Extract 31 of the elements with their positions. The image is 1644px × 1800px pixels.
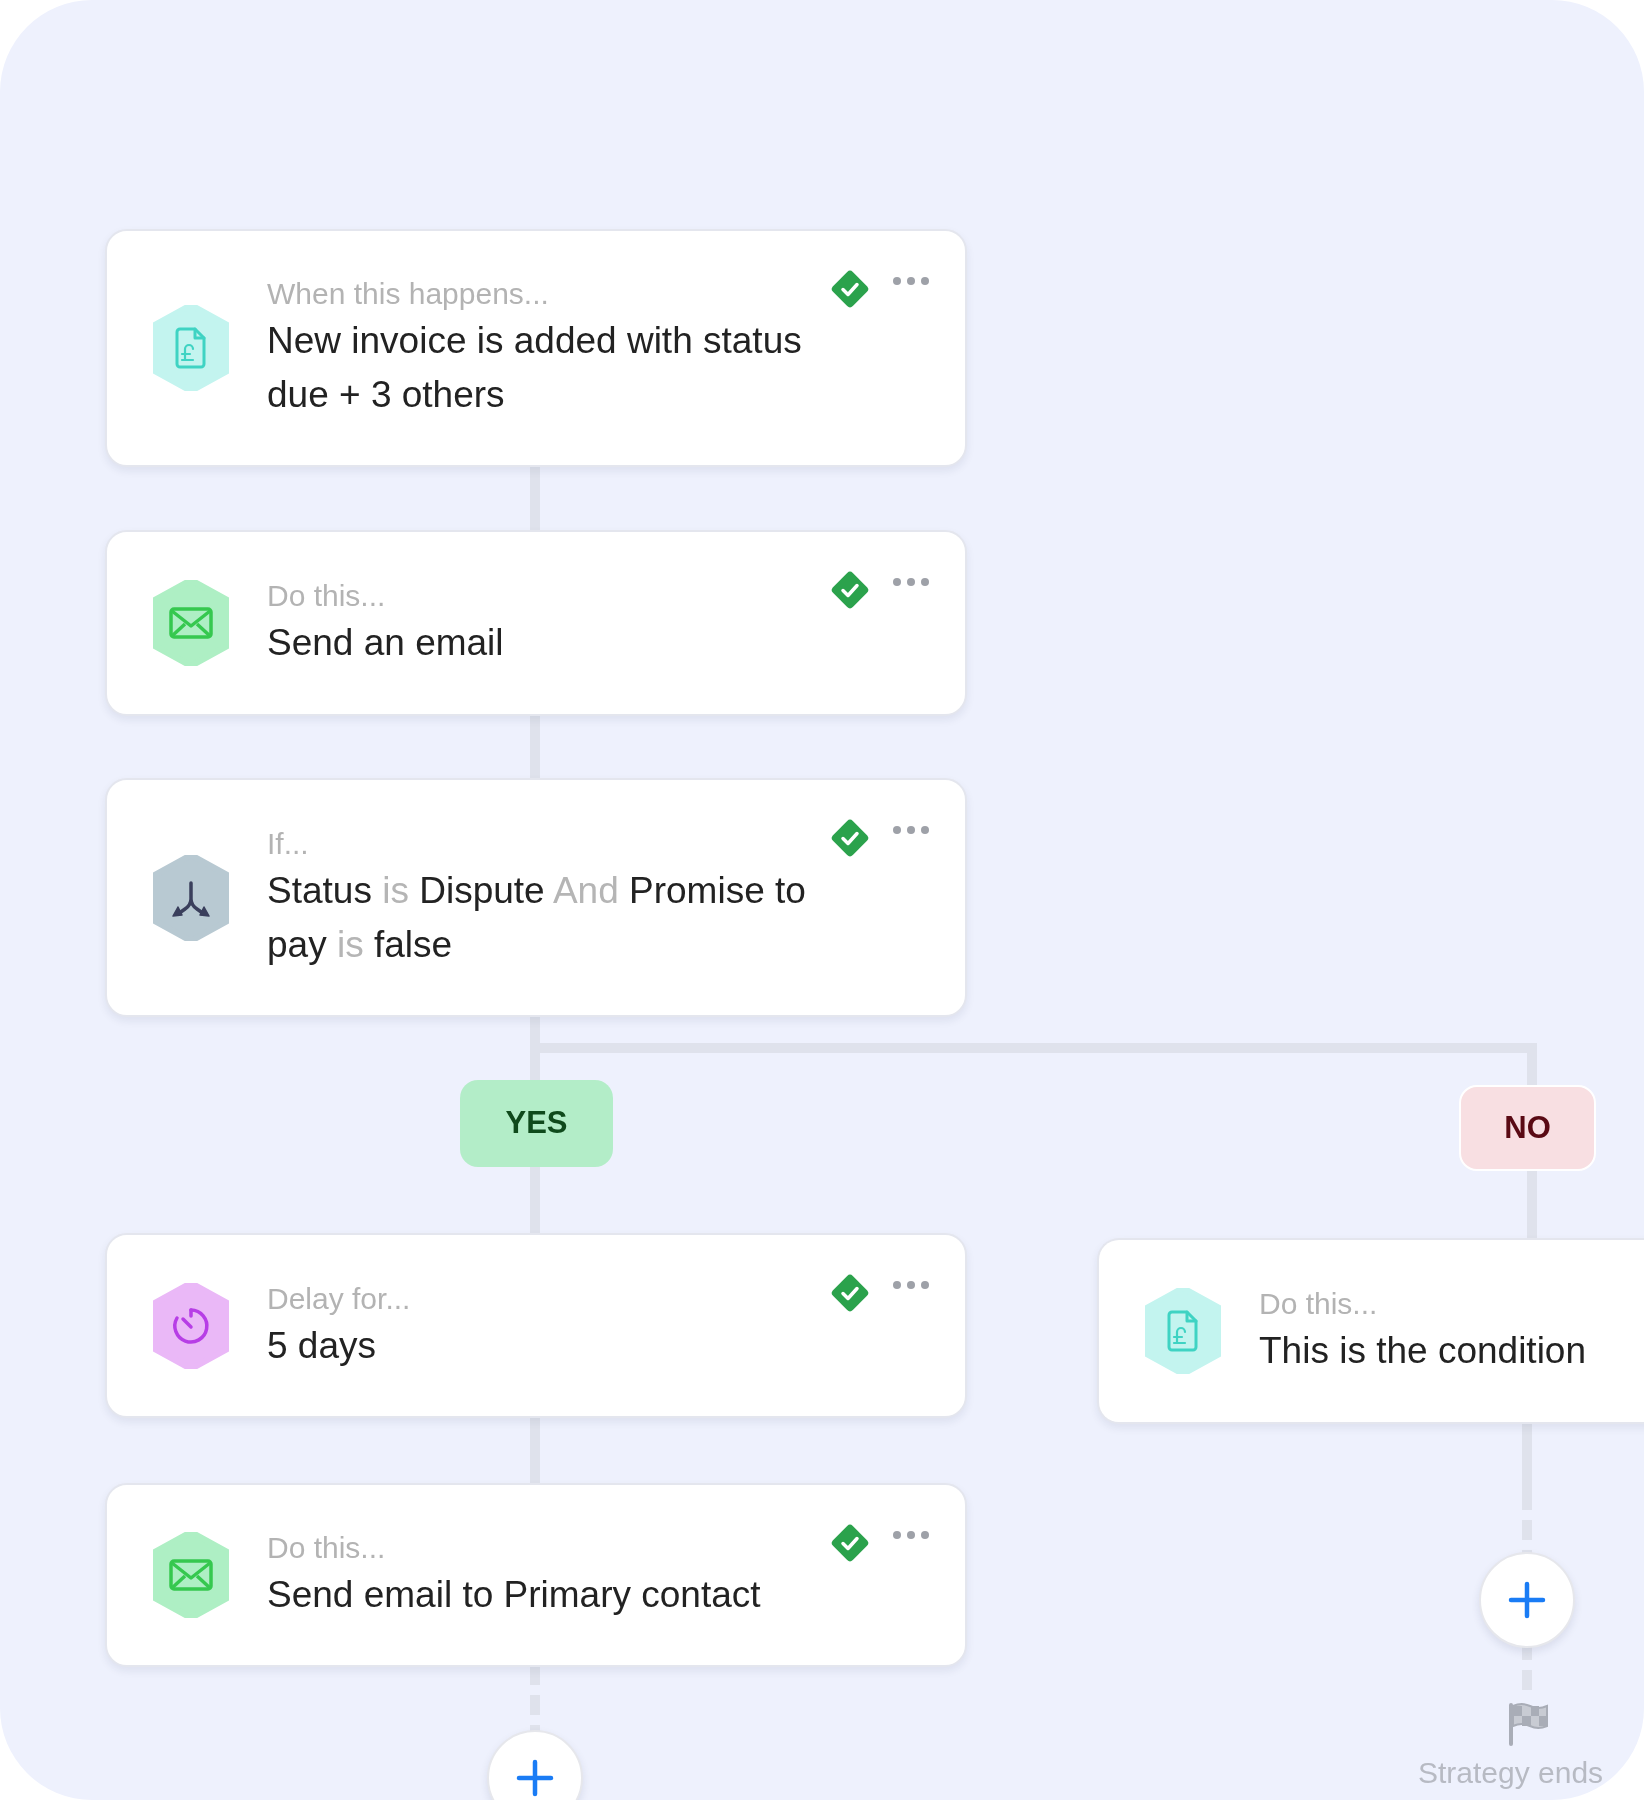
step-card[interactable]: Delay for... 5 days bbox=[105, 1233, 967, 1418]
step-card[interactable]: Do this... Send email to Primary contact bbox=[105, 1483, 967, 1667]
step-label: Do this... bbox=[1259, 1286, 1379, 1322]
plus-icon bbox=[1507, 1580, 1547, 1620]
step-label: Do this... bbox=[267, 578, 387, 614]
envelope-icon bbox=[153, 580, 229, 666]
step-card[interactable]: Do this... This is the condition bbox=[1097, 1238, 1644, 1424]
step-label: Do this... bbox=[267, 1530, 387, 1566]
strategy-end-label: Strategy ends bbox=[1418, 1756, 1604, 1790]
add-step-button[interactable] bbox=[487, 1730, 583, 1800]
invoice-icon bbox=[1145, 1288, 1221, 1374]
branch-label: NO bbox=[1459, 1085, 1596, 1171]
plus-icon bbox=[515, 1758, 555, 1798]
step-description: This is the condition bbox=[1259, 1329, 1586, 1373]
step-label: When this happens... bbox=[267, 276, 550, 312]
step-card[interactable]: If... Status is Dispute And Promise to pay is false bbox=[105, 778, 967, 1017]
step-card[interactable]: Do this... Send an email bbox=[105, 530, 967, 716]
step-description: New invoice is added with status due + 3 others bbox=[267, 319, 803, 417]
step-card[interactable]: When this happens... New invoice is added with status due + 3 others bbox=[105, 229, 967, 467]
invoice-icon bbox=[153, 305, 229, 391]
timer-icon bbox=[153, 1282, 229, 1369]
finish-flag-icon bbox=[1507, 1700, 1549, 1746]
step-label: If... bbox=[267, 825, 310, 862]
step-description: Send email to Primary contact bbox=[267, 1573, 762, 1617]
branch-label: YES bbox=[460, 1080, 613, 1167]
step-description: 5 days bbox=[267, 1323, 377, 1368]
step-description: Status is Dispute And Promise to pay is false bbox=[267, 868, 807, 967]
split-arrow-icon bbox=[153, 854, 229, 941]
step-label: Delay for... bbox=[267, 1280, 412, 1317]
envelope-icon bbox=[153, 1532, 229, 1618]
step-description: Send an email bbox=[267, 621, 505, 665]
